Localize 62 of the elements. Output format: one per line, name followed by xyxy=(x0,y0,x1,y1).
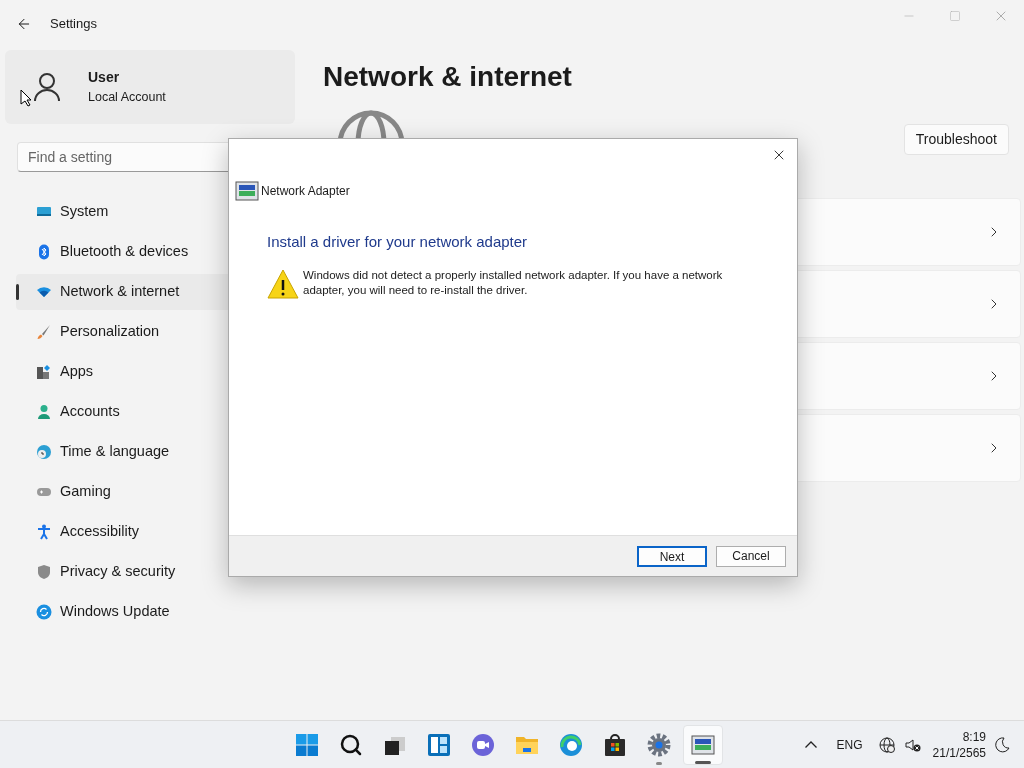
widgets-icon xyxy=(427,732,451,757)
running-indicator xyxy=(695,760,711,764)
sidebar-label: Privacy & security xyxy=(60,562,176,582)
sidebar-item[interactable]: Accounts xyxy=(16,394,296,430)
sidebar-label: Accounts xyxy=(60,402,120,422)
bluetooth-icon xyxy=(36,244,52,260)
account-type: Local Account xyxy=(88,89,166,107)
person-icon xyxy=(36,404,52,420)
back-button[interactable] xyxy=(16,16,32,32)
user-name: User xyxy=(88,68,121,88)
globe-icon[interactable] xyxy=(878,736,895,753)
mouse-cursor-icon xyxy=(20,89,32,107)
shopping-bag-icon xyxy=(603,732,627,757)
sidebar-label: System xyxy=(60,202,109,222)
language-indicator[interactable]: ENG xyxy=(836,735,863,754)
search-icon xyxy=(339,732,363,757)
sidebar-label: Accessibility xyxy=(60,522,139,542)
sidebar-label: Gaming xyxy=(60,482,111,502)
running-indicator xyxy=(656,761,662,765)
dialog-message: Windows did not detect a properly installed network adapter. If you have a network adapter, you will need to re-install the driver. xyxy=(303,267,724,298)
avatar-icon xyxy=(31,71,63,103)
sidebar-label: Windows Update xyxy=(60,602,170,622)
gear-icon xyxy=(647,732,671,757)
dialog-button[interactable]: Cancel xyxy=(716,545,786,567)
window-title: Settings xyxy=(50,15,97,34)
sidebar-label: Apps xyxy=(60,362,94,382)
dialog-button[interactable]: Next xyxy=(637,545,707,567)
troubleshoot-button[interactable]: Troubleshoot xyxy=(903,124,1009,155)
sidebar-label: Personalization xyxy=(60,322,160,342)
sidebar-item[interactable]: Personalization xyxy=(16,314,296,350)
maximize-icon xyxy=(949,10,961,22)
wifi-icon xyxy=(36,284,52,300)
sidebar-label: Time & language xyxy=(60,442,170,462)
sidebar-label: Bluetooth & devices xyxy=(60,242,189,262)
page-title: Network & internet xyxy=(323,60,573,94)
sidebar-item[interactable]: Accessibility xyxy=(16,514,296,550)
video-chat-icon xyxy=(471,732,495,757)
selection-indicator xyxy=(16,284,19,300)
taskbar-button[interactable] xyxy=(683,724,723,765)
windows-logo-icon xyxy=(295,732,319,757)
clock-time[interactable]: 8:19 xyxy=(962,728,986,745)
update-icon xyxy=(36,604,52,620)
sidebar-item[interactable]: Apps xyxy=(16,354,296,390)
network-adapter-icon xyxy=(691,732,715,757)
muted-speaker-icon[interactable] xyxy=(904,736,921,753)
browser-icon xyxy=(559,732,583,757)
sidebar-item[interactable]: Windows Update xyxy=(16,594,296,630)
sidebar-label: Network & internet xyxy=(60,282,180,302)
user-card[interactable]: User Local Account xyxy=(5,50,295,124)
sidebar-item[interactable]: Time & language xyxy=(16,434,296,470)
clock-date[interactable]: 21/1/2565 xyxy=(932,744,986,761)
network-adapter-icon xyxy=(235,179,259,203)
shield-icon xyxy=(36,564,52,580)
chevron-up-icon xyxy=(804,741,817,748)
moon-icon[interactable] xyxy=(994,736,1010,753)
clock-globe-icon xyxy=(36,444,52,460)
accessibility-icon xyxy=(36,524,52,540)
warning-icon xyxy=(267,267,299,300)
sidebar-item[interactable]: Privacy & security xyxy=(16,554,296,590)
sidebar-item[interactable]: Gaming xyxy=(16,474,296,510)
apps-icon xyxy=(36,364,52,380)
dialog-heading: Install a driver for your network adapter xyxy=(267,232,529,252)
